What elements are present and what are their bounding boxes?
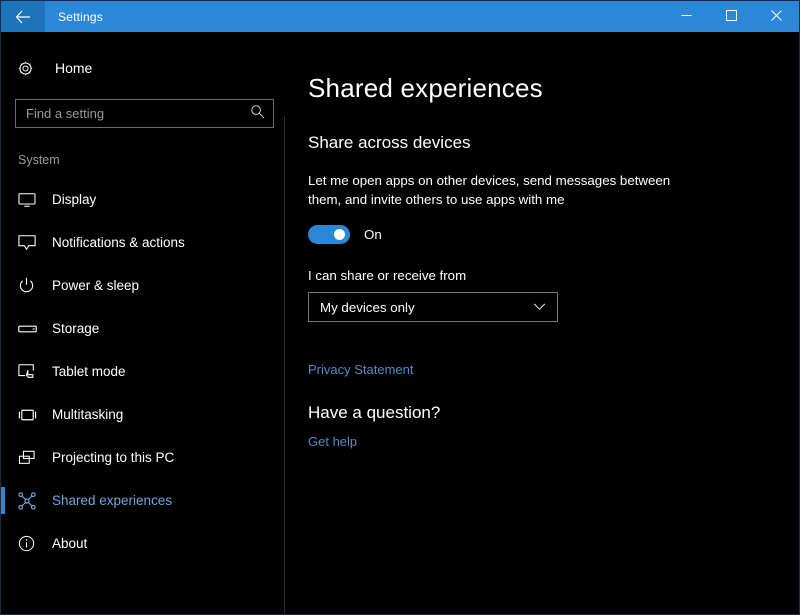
share-toggle-row: On xyxy=(308,225,799,244)
maximize-button[interactable] xyxy=(709,1,754,32)
sidebar-item-multitasking[interactable]: Multitasking xyxy=(1,393,285,436)
sidebar-item-label: Display xyxy=(42,192,96,207)
info-circle-icon xyxy=(18,535,42,552)
share-nodes-icon xyxy=(18,492,42,510)
sidebar-item-label: Multitasking xyxy=(42,407,123,422)
sidebar-item-display[interactable]: Display xyxy=(1,178,285,221)
privacy-statement-link[interactable]: Privacy Statement xyxy=(308,362,414,377)
sidebar-nav: Display Notifications & actions xyxy=(1,178,285,565)
window-controls xyxy=(664,1,799,32)
close-icon xyxy=(771,8,782,26)
sidebar-item-storage[interactable]: Storage xyxy=(1,307,285,350)
sidebar-item-tablet-mode[interactable]: Tablet mode xyxy=(1,350,285,393)
gear-icon xyxy=(17,60,43,77)
window-body: Home System xyxy=(1,32,799,614)
minimize-button[interactable] xyxy=(664,1,709,32)
share-toggle[interactable] xyxy=(308,225,350,244)
sidebar-item-notifications[interactable]: Notifications & actions xyxy=(1,221,285,264)
have-a-question-title: Have a question? xyxy=(308,403,799,423)
share-source-label: I can share or receive from xyxy=(308,268,799,283)
sidebar-item-label: Notifications & actions xyxy=(42,235,185,250)
search-box[interactable] xyxy=(15,99,274,128)
sidebar-item-projecting[interactable]: Projecting to this PC xyxy=(1,436,285,479)
chevron-down-icon xyxy=(533,298,546,316)
multitasking-icon xyxy=(18,408,42,422)
sidebar-item-label: Shared experiences xyxy=(42,493,172,508)
sidebar-item-label: Storage xyxy=(42,321,99,336)
sidebar-home-label: Home xyxy=(43,60,92,76)
maximize-icon xyxy=(726,8,737,26)
sidebar-item-shared-experiences[interactable]: Shared experiences xyxy=(1,479,285,522)
sidebar-item-about[interactable]: About xyxy=(1,522,285,565)
main-content: Shared experiences Share across devices … xyxy=(285,32,799,614)
monitor-icon xyxy=(18,192,42,208)
back-button[interactable] xyxy=(1,1,45,32)
section-description: Let me open apps on other devices, send … xyxy=(308,171,675,209)
get-help-link[interactable]: Get help xyxy=(308,434,357,449)
minimize-icon xyxy=(681,8,692,26)
titlebar-spacer xyxy=(103,1,664,32)
search-input[interactable] xyxy=(16,100,273,127)
share-source-dropdown[interactable]: My devices only xyxy=(308,292,558,322)
projecting-icon xyxy=(18,450,42,466)
sidebar: Home System xyxy=(1,32,285,614)
sidebar-item-label: Projecting to this PC xyxy=(42,450,174,465)
sidebar-item-power[interactable]: Power & sleep xyxy=(1,264,285,307)
speech-bubble-icon xyxy=(18,234,42,251)
toggle-state-label: On xyxy=(350,227,382,242)
selection-accent-bar xyxy=(1,487,5,514)
sidebar-item-label: Tablet mode xyxy=(42,364,126,379)
power-icon xyxy=(18,277,42,294)
sidebar-item-home[interactable]: Home xyxy=(17,53,285,83)
title-bar: Settings xyxy=(1,1,799,32)
sidebar-group-label: System xyxy=(18,153,285,167)
toggle-knob xyxy=(334,229,345,240)
back-arrow-icon xyxy=(15,10,31,24)
drive-icon xyxy=(18,323,42,335)
sidebar-item-label: About xyxy=(42,536,87,551)
page-title: Shared experiences xyxy=(308,73,799,104)
dropdown-selected-value: My devices only xyxy=(309,300,415,315)
sidebar-item-label: Power & sleep xyxy=(42,278,139,293)
tablet-hand-icon xyxy=(18,363,42,380)
close-button[interactable] xyxy=(754,1,799,32)
window-title: Settings xyxy=(45,1,103,32)
settings-window: Settings xyxy=(0,0,800,615)
section-title: Share across devices xyxy=(308,133,799,153)
